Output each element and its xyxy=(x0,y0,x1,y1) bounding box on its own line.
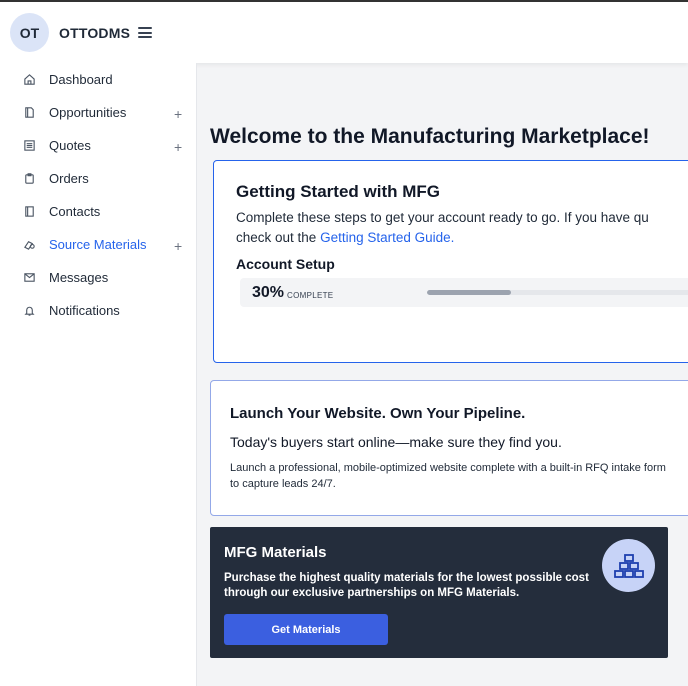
sidebar-item-messages[interactable]: Messages xyxy=(0,263,197,291)
sidebar-item-label: Contacts xyxy=(49,203,101,219)
expand-plus-icon[interactable]: + xyxy=(174,107,182,121)
getting-started-card: Getting Started with MFG Complete these … xyxy=(213,160,688,363)
getting-started-text-line1: Complete these steps to get your account… xyxy=(236,210,649,225)
getting-started-guide-link[interactable]: Getting Started Guide. xyxy=(320,230,454,245)
expand-plus-icon[interactable]: + xyxy=(174,140,182,154)
sidebar-item-notifications[interactable]: Notifications xyxy=(0,296,197,324)
progress-bar-track xyxy=(427,290,688,295)
getting-started-text-line2: check out the Getting Started Guide. xyxy=(236,228,688,248)
envelope-icon xyxy=(22,270,36,284)
account-setup-title: Account Setup xyxy=(236,256,335,272)
mfg-materials-card: MFG Materials Purchase the highest quali… xyxy=(210,527,668,658)
document-icon xyxy=(22,105,36,119)
sidebar-item-source-materials[interactable]: Source Materials + xyxy=(0,230,197,258)
getting-started-text: Complete these steps to get your account… xyxy=(236,208,688,248)
bell-icon xyxy=(22,303,36,317)
contacts-icon xyxy=(22,204,36,218)
home-icon xyxy=(22,72,36,86)
sidebar-item-label: Notifications xyxy=(49,302,120,318)
get-materials-button[interactable]: Get Materials xyxy=(224,614,388,645)
website-card-subtitle: Today's buyers start online—make sure th… xyxy=(230,434,562,450)
sidebar-item-label: Messages xyxy=(49,269,109,285)
sidebar-item-contacts[interactable]: Contacts xyxy=(0,197,197,225)
website-card-title: Launch Your Website. Own Your Pipeline. xyxy=(230,405,526,422)
materials-icon xyxy=(22,237,36,251)
sidebar-item-orders[interactable]: Orders xyxy=(0,164,197,192)
getting-started-title: Getting Started with MFG xyxy=(236,182,440,201)
website-card-text: Launch a professional, mobile-optimized … xyxy=(230,462,666,490)
brand-name: OTTODMS xyxy=(59,24,131,41)
list-icon xyxy=(22,138,36,152)
sidebar-item-quotes[interactable]: Quotes + xyxy=(0,131,197,159)
mfg-materials-title: MFG Materials xyxy=(224,544,327,561)
expand-plus-icon[interactable]: + xyxy=(174,239,182,253)
progress-percent: 30% xyxy=(252,284,285,301)
page-title: Welcome to the Manufacturing Marketplace… xyxy=(210,125,650,148)
sidebar-item-opportunities[interactable]: Opportunities + xyxy=(0,98,197,126)
clipboard-icon xyxy=(22,171,36,185)
sidebar: Dashboard Opportunities + Quotes + Order… xyxy=(0,63,197,686)
mfg-materials-text: Purchase the highest quality materials f… xyxy=(224,572,589,599)
avatar[interactable]: OT xyxy=(10,13,49,52)
sidebar-item-label: Orders xyxy=(49,170,89,186)
account-setup-progress: 30% COMPLETE xyxy=(240,278,688,307)
sidebar-item-label: Source Materials xyxy=(49,236,147,252)
sidebar-item-dashboard[interactable]: Dashboard xyxy=(0,65,197,93)
progress-bar-fill xyxy=(427,290,511,295)
sidebar-item-label: Quotes xyxy=(49,137,91,153)
bricks-icon xyxy=(602,539,655,592)
sidebar-item-label: Opportunities xyxy=(49,104,127,120)
top-bar: OT OTTODMS xyxy=(0,0,688,63)
website-card[interactable]: Launch Your Website. Own Your Pipeline. … xyxy=(210,380,688,516)
hamburger-menu-icon[interactable] xyxy=(138,27,153,38)
sidebar-item-label: Dashboard xyxy=(49,71,113,87)
getting-started-text-prefix: check out the xyxy=(236,230,321,245)
progress-label: COMPLETE xyxy=(287,291,334,300)
